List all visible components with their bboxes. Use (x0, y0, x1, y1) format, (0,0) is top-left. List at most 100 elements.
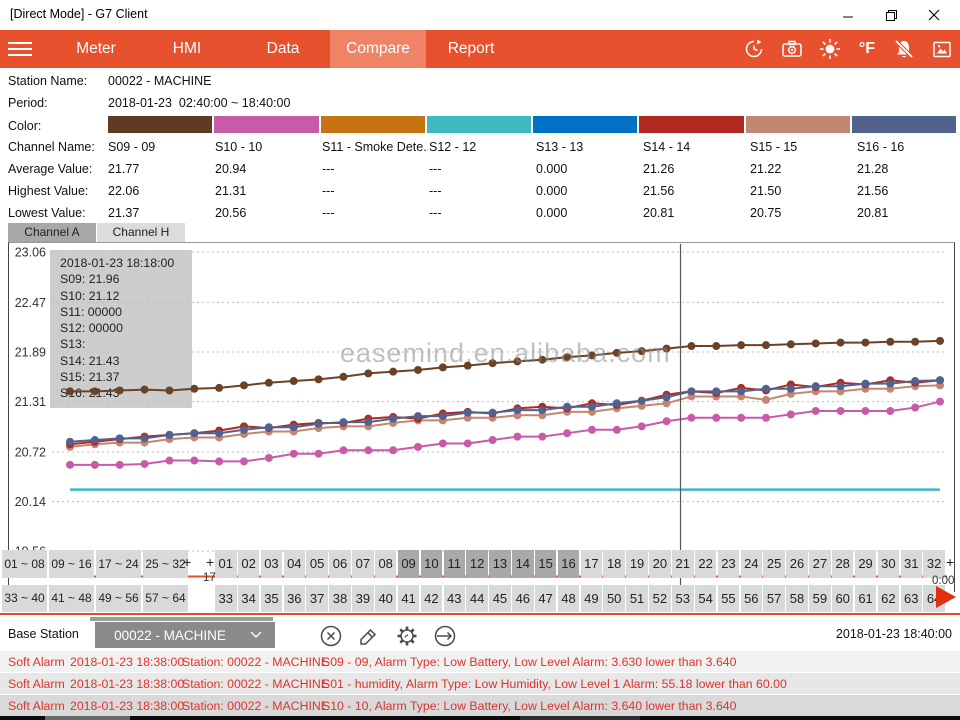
channel-number-button[interactable]: 41 (398, 585, 420, 612)
channel-number-button[interactable]: 04 (284, 550, 306, 578)
channel-group-button[interactable]: 57 ~ 64 (143, 585, 188, 612)
alarm-row[interactable]: Soft Alarm2018-01-23 18:38:00Station: 00… (0, 695, 960, 716)
channel-number-button[interactable]: 57 (763, 585, 785, 612)
nav-item-data[interactable]: Data (243, 30, 323, 68)
channel-number-button[interactable]: 50 (603, 585, 625, 612)
channel-number-button[interactable]: 54 (695, 585, 717, 612)
channel-number-button[interactable]: 29 (855, 550, 877, 578)
channel-number-button[interactable]: 44 (466, 585, 488, 612)
channel-number-button[interactable]: 19 (626, 550, 648, 578)
channel-number-button[interactable]: 01 (215, 550, 237, 578)
channel-number-button[interactable]: 40 (375, 585, 397, 612)
channel-number-button[interactable]: 08 (375, 550, 397, 578)
nav-item-compare[interactable]: Compare (330, 30, 426, 68)
channel-number-button[interactable]: 55 (718, 585, 740, 612)
channel-number-button[interactable]: 36 (284, 585, 306, 612)
channel-number-button[interactable]: 06 (329, 550, 351, 578)
channel-number-button[interactable]: 52 (649, 585, 671, 612)
alarm-row[interactable]: Soft Alarm2018-01-23 18:38:00Station: 00… (0, 673, 960, 694)
channel-number-button[interactable]: 25 (763, 550, 785, 578)
minimize-button[interactable] (831, 4, 865, 26)
channel-number-button[interactable]: 46 (512, 585, 534, 612)
zoom-plus-button[interactable]: + (206, 554, 214, 570)
channel-group-button[interactable]: 41 ~ 48 (49, 585, 94, 612)
channel-number-button[interactable]: 49 (581, 585, 603, 612)
channel-number-button[interactable]: 42 (421, 585, 443, 612)
channel-number-button[interactable]: 13 (489, 550, 511, 578)
channel-number-button[interactable]: 16 (558, 550, 580, 578)
alarm-row[interactable]: Soft Alarm2018-01-23 18:38:00Station: 00… (0, 651, 960, 672)
channel-number-button[interactable]: 14 (512, 550, 534, 578)
channel-number-button[interactable]: 28 (832, 550, 854, 578)
channel-group-button[interactable]: 49 ~ 56 (96, 585, 141, 612)
channel-number-button[interactable]: 05 (306, 550, 328, 578)
maximize-button[interactable] (874, 4, 908, 26)
channel-number-button[interactable]: 10 (421, 550, 443, 578)
channel-group-button[interactable]: 33 ~ 40 (2, 585, 47, 612)
temperature-unit-icon[interactable]: °F (853, 37, 881, 61)
channel-number-button[interactable]: 23 (718, 550, 740, 578)
image-export-icon[interactable] (928, 37, 956, 61)
channel-number-button[interactable]: 63 (901, 585, 923, 612)
channel-number-button[interactable]: 51 (626, 585, 648, 612)
sync-time-icon[interactable] (740, 37, 768, 61)
channel-number-button[interactable]: 17 (581, 550, 603, 578)
channel-number-button[interactable]: 32 (923, 550, 945, 578)
channel-number-button[interactable]: 24 (741, 550, 763, 578)
settings-button[interactable] (394, 623, 420, 649)
channel-number-button[interactable]: 07 (352, 550, 374, 578)
channel-number-button[interactable]: 45 (489, 585, 511, 612)
channel-number-button[interactable]: 59 (809, 585, 831, 612)
horizontal-scrollbar[interactable] (90, 617, 273, 621)
channel-number-button[interactable]: 12 (466, 550, 488, 578)
nav-item-hmi[interactable]: HMI (148, 30, 226, 68)
channel-number-button[interactable]: 02 (238, 550, 260, 578)
clear-button[interactable] (318, 623, 344, 649)
erase-button[interactable] (356, 623, 382, 649)
channel-number-button[interactable]: 11 (444, 550, 466, 578)
channel-number-button[interactable]: 18 (603, 550, 625, 578)
channel-number-button[interactable]: 43 (444, 585, 466, 612)
channel-number-button[interactable]: 09 (398, 550, 420, 578)
channel-number-button[interactable]: 60 (832, 585, 854, 612)
next-page-arrow[interactable] (936, 586, 956, 608)
channel-number-button[interactable]: 21 (672, 550, 694, 578)
channel-group-button[interactable]: 01 ~ 08 (2, 550, 47, 578)
export-button[interactable] (432, 623, 458, 649)
channel-number-button[interactable]: 62 (878, 585, 900, 612)
channel-number-button[interactable]: 30 (878, 550, 900, 578)
channel-number-button[interactable]: 34 (238, 585, 260, 612)
base-station-dropdown[interactable]: 00022 - MACHINE (95, 622, 275, 648)
brightness-icon[interactable] (816, 37, 844, 61)
channel-number-button[interactable]: 33 (215, 585, 237, 612)
channel-group-button[interactable]: 09 ~ 16 (49, 550, 94, 578)
channel-number-button[interactable]: 38 (329, 585, 351, 612)
tab-channel-h[interactable]: Channel H (97, 223, 185, 242)
channel-number-button[interactable]: 27 (809, 550, 831, 578)
mute-alarm-icon[interactable] (890, 37, 918, 61)
channel-group-button[interactable]: 17 ~ 24 (96, 550, 141, 578)
channel-number-button[interactable]: 56 (741, 585, 763, 612)
channel-number-button[interactable]: 15 (535, 550, 557, 578)
camera-icon[interactable] (778, 37, 806, 61)
nav-item-report[interactable]: Report (430, 30, 512, 68)
channel-number-button[interactable]: 26 (786, 550, 808, 578)
channel-number-button[interactable]: 20 (649, 550, 671, 578)
channel-number-button[interactable]: 31 (901, 550, 923, 578)
close-button[interactable] (917, 4, 951, 26)
menu-icon[interactable] (8, 38, 36, 60)
channel-number-button[interactable]: 61 (855, 585, 877, 612)
channel-number-button[interactable]: 35 (261, 585, 283, 612)
zoom-plus-button[interactable]: + (946, 554, 954, 570)
channel-number-button[interactable]: 58 (786, 585, 808, 612)
channel-number-button[interactable]: 47 (535, 585, 557, 612)
zoom-plus-button[interactable]: + (183, 554, 191, 570)
nav-item-meter[interactable]: Meter (60, 30, 132, 68)
channel-number-button[interactable]: 48 (558, 585, 580, 612)
channel-number-button[interactable]: 53 (672, 585, 694, 612)
channel-number-button[interactable]: 37 (306, 585, 328, 612)
channel-number-button[interactable]: 39 (352, 585, 374, 612)
channel-number-button[interactable]: 03 (261, 550, 283, 578)
channel-number-button[interactable]: 22 (695, 550, 717, 578)
channel-group-button[interactable]: 25 ~ 32 (143, 550, 188, 578)
